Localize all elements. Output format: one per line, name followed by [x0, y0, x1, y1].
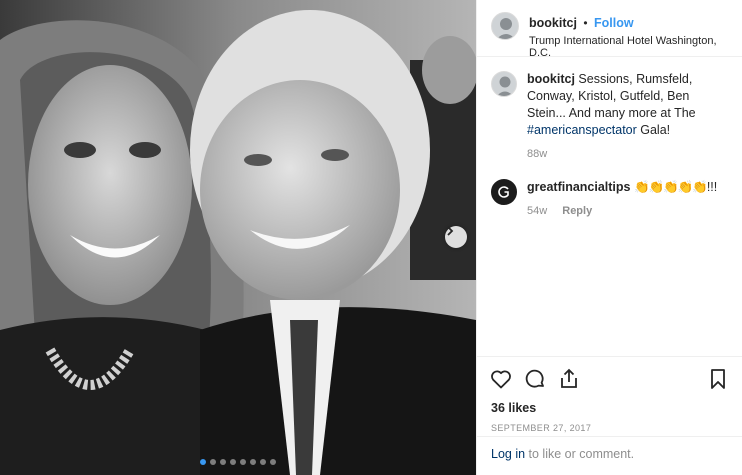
next-arrow-icon[interactable] — [445, 226, 467, 248]
post-side-panel: bookitcj • Follow Trump International Ho… — [476, 0, 742, 475]
post-actions: 36 likes SEPTEMBER 27, 2017 — [477, 356, 742, 433]
avatar[interactable] — [491, 71, 517, 97]
clapping-emoji: 👏👏👏👏👏 — [633, 180, 708, 194]
comment-age: 54w — [527, 205, 548, 217]
caption-comment: bookitcj Sessions, Rumsfeld, Conway, Kri… — [491, 71, 730, 163]
carousel-dot — [260, 459, 266, 465]
login-prompt-text: to like or comment. — [525, 447, 635, 461]
bookmark-icon[interactable] — [706, 367, 730, 391]
heart-icon[interactable] — [489, 367, 513, 391]
carousel-dot — [220, 459, 226, 465]
comment-icon[interactable] — [523, 367, 547, 391]
comment-username[interactable]: greatfinancialtips — [527, 180, 631, 194]
post-header: bookitcj • Follow Trump International Ho… — [477, 0, 742, 59]
share-icon[interactable] — [557, 367, 581, 391]
likes-count[interactable]: 36 likes — [489, 401, 730, 415]
black-and-white-photo — [0, 0, 476, 475]
avatar[interactable] — [491, 179, 517, 205]
carousel-indicator — [0, 459, 476, 465]
carousel-dot — [250, 459, 256, 465]
post-photo[interactable] — [0, 0, 476, 475]
login-link[interactable]: Log in — [491, 447, 525, 461]
login-prompt: Log in to like or comment. — [477, 436, 742, 475]
comments-list: bookitcj Sessions, Rumsfeld, Conway, Kri… — [477, 57, 742, 220]
caption-age: 88w — [527, 148, 548, 160]
carousel-dot — [200, 459, 206, 465]
location-link[interactable]: Trump International Hotel Washington, D.… — [529, 35, 730, 59]
separator-dot: • — [583, 16, 588, 30]
list-item: greatfinancialtips 👏👏👏👏👏!!! 54w Reply — [491, 179, 730, 220]
follow-button[interactable]: Follow — [594, 16, 634, 30]
carousel-dot — [230, 459, 236, 465]
carousel-dot — [240, 459, 246, 465]
caption-username[interactable]: bookitcj — [527, 72, 575, 86]
reply-button[interactable]: Reply — [562, 205, 592, 217]
post-username[interactable]: bookitcj — [529, 16, 577, 30]
avatar[interactable] — [491, 12, 519, 40]
carousel-dot — [270, 459, 276, 465]
post-date: SEPTEMBER 27, 2017 — [491, 423, 592, 433]
hashtag-link[interactable]: #americanspectator — [527, 123, 637, 137]
caption-text-end: Gala! — [636, 123, 671, 137]
comment-text: !!! — [706, 180, 718, 194]
carousel-dot — [210, 459, 216, 465]
